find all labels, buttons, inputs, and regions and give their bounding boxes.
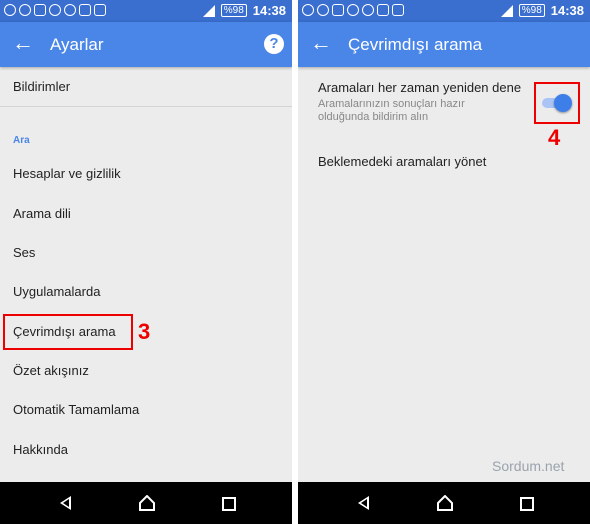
app-bar: ← Ayarlar ?	[0, 22, 292, 67]
manage-pending-searches[interactable]: Beklemedeki aramaları yönet	[318, 154, 486, 169]
highlight-box-offline-search	[3, 314, 133, 350]
signal-icon	[500, 4, 513, 17]
whatsapp-icon	[19, 4, 31, 16]
app-notification-icon	[302, 4, 314, 16]
notification-icons	[4, 4, 106, 16]
status-bar: %98 14:38	[0, 0, 292, 22]
watermark: Sordum.net	[492, 458, 565, 474]
page-title: Ayarlar	[50, 35, 104, 54]
settings-item-feed[interactable]: Özet akışınız	[13, 363, 89, 378]
mail-icon	[392, 4, 404, 16]
check-icon	[49, 4, 61, 16]
back-arrow-icon[interactable]: ←	[12, 32, 34, 54]
settings-item-in-apps[interactable]: Uygulamalarda	[13, 284, 100, 299]
settings-item-accounts-privacy[interactable]: Hesaplar ve gizlilik	[13, 166, 121, 181]
no-sync-icon	[362, 4, 374, 16]
navigation-bar	[298, 482, 590, 524]
image-icon	[332, 4, 344, 16]
retry-searches-description: Aramalarınızın sonuçları hazır olduğunda…	[318, 98, 465, 123]
status-bar: %98 14:38	[298, 0, 590, 22]
whatsapp-icon	[317, 4, 329, 16]
image-icon	[34, 4, 46, 16]
nav-home-icon[interactable]	[437, 495, 453, 511]
clock: 14:38	[550, 3, 584, 18]
battery-indicator: %98	[220, 4, 247, 17]
retry-searches-label[interactable]: Aramaları her zaman yeniden dene	[318, 80, 521, 95]
settings-item-search-language[interactable]: Arama dili	[13, 206, 71, 221]
nav-home-icon[interactable]	[139, 495, 155, 511]
section-header-search: Ara	[13, 135, 30, 146]
check-icon	[347, 4, 359, 16]
no-sync-icon	[64, 4, 76, 16]
settings-screen: %98 14:38 ← Ayarlar ? Bildirimler Ara He…	[0, 0, 292, 524]
nav-recents-icon[interactable]	[520, 497, 534, 511]
app-notification-icon	[4, 4, 16, 16]
clock: 14:38	[252, 3, 286, 18]
download-icon	[79, 4, 91, 16]
annotation-number-3: 3	[138, 319, 151, 344]
navigation-bar	[0, 482, 292, 524]
nav-back-icon[interactable]	[358, 496, 369, 510]
settings-item-about[interactable]: Hakkında	[13, 442, 68, 457]
download-icon	[377, 4, 389, 16]
settings-item-voice[interactable]: Ses	[13, 245, 35, 260]
help-icon[interactable]: ?	[264, 34, 284, 54]
settings-item-autocomplete[interactable]: Otomatik Tamamlama	[13, 402, 139, 417]
nav-recents-icon[interactable]	[222, 497, 236, 511]
app-bar: ← Çevrimdışı arama	[298, 22, 590, 67]
back-arrow-icon[interactable]: ←	[310, 32, 332, 54]
highlight-box-toggle	[534, 82, 580, 124]
divider	[0, 106, 292, 107]
nav-back-icon[interactable]	[60, 496, 71, 510]
page-title: Çevrimdışı arama	[348, 35, 483, 54]
battery-indicator: %98	[518, 4, 545, 17]
notification-icons	[302, 4, 404, 16]
mail-icon	[94, 4, 106, 16]
signal-icon	[202, 4, 215, 17]
annotation-number-4: 4	[548, 125, 561, 150]
offline-search-screen: %98 14:38 ← Çevrimdışı arama Aramaları h…	[298, 0, 590, 524]
settings-item-notifications[interactable]: Bildirimler	[13, 79, 70, 94]
